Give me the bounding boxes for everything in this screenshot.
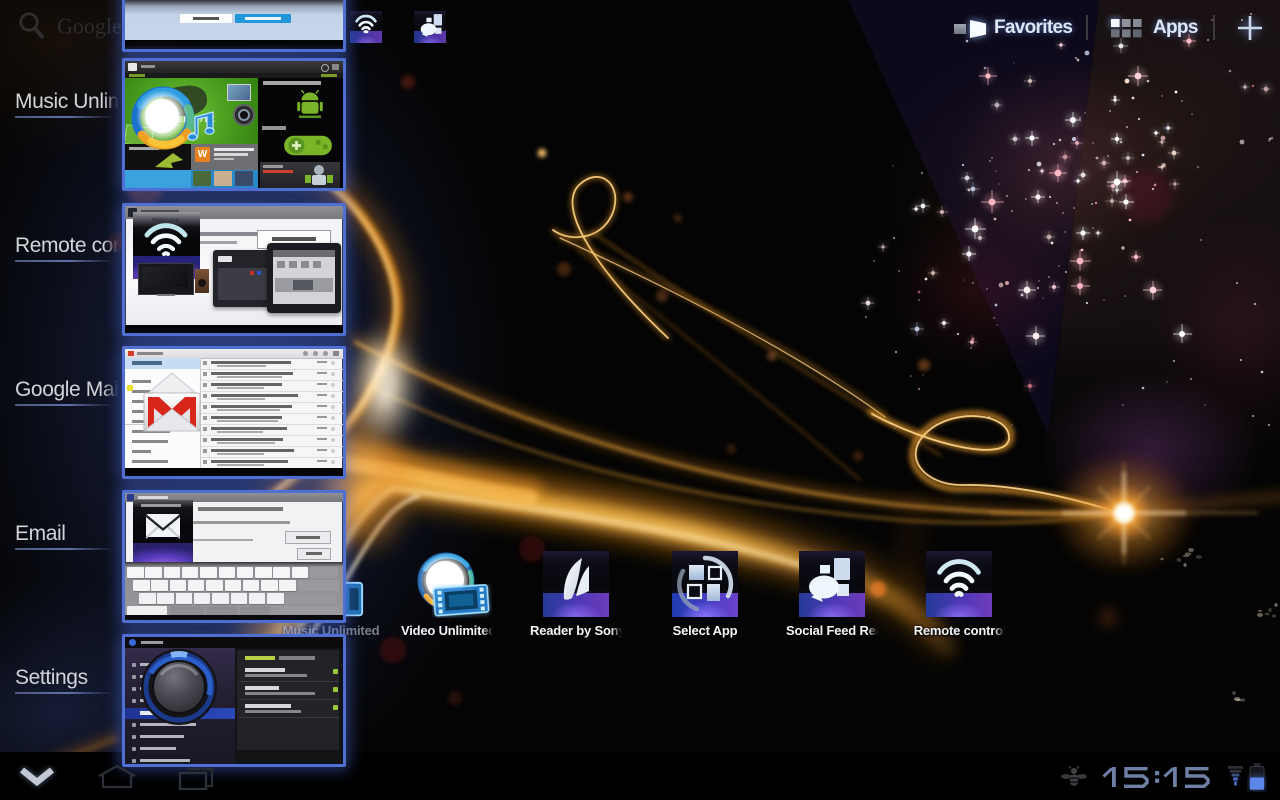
svg-text:Welcome: Welcome	[152, 217, 179, 224]
svg-text:Google: Google	[57, 14, 122, 39]
